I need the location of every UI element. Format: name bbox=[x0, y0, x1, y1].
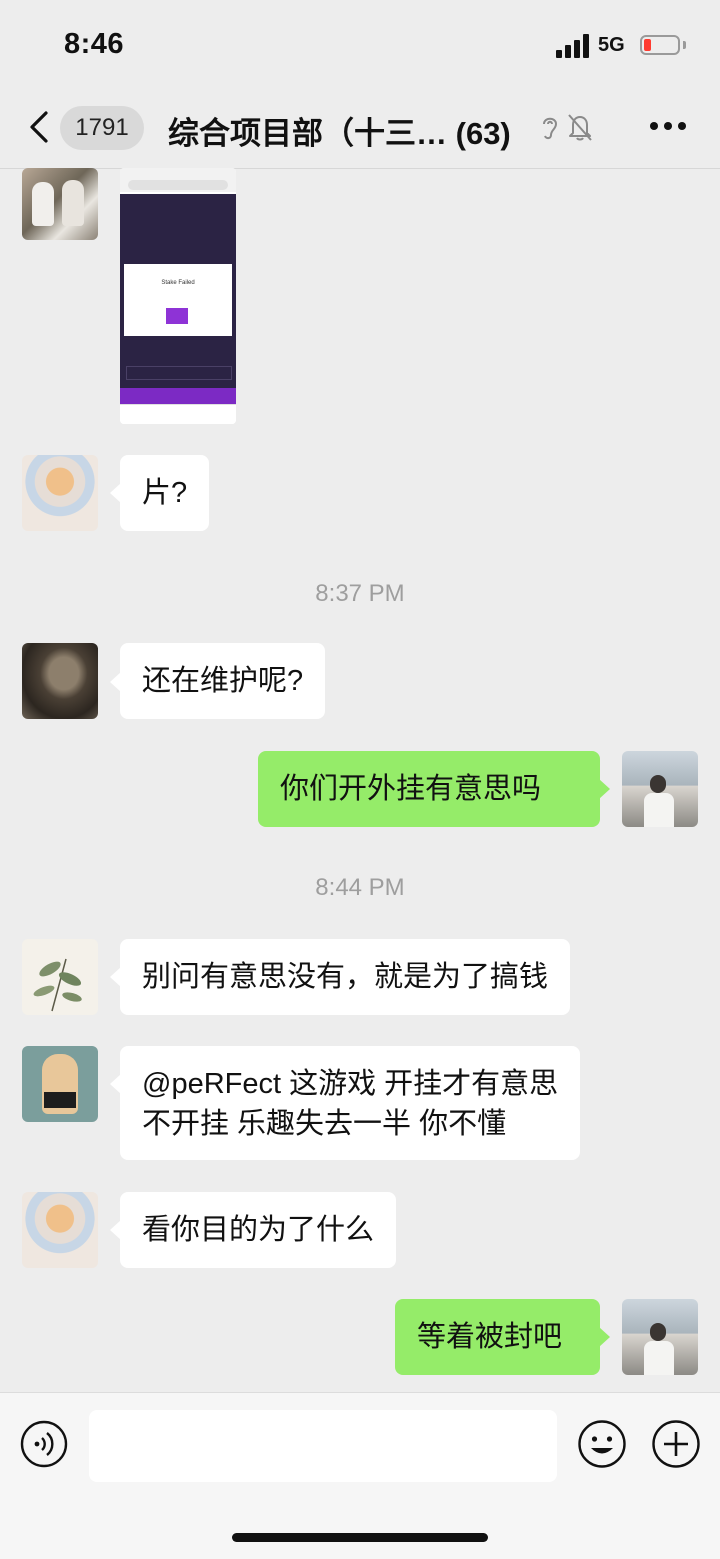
input-bar bbox=[0, 1392, 720, 1559]
back-chevron-icon[interactable] bbox=[26, 110, 54, 144]
bubble-tail bbox=[599, 779, 610, 799]
group-name: 综合项目部（十三… bbox=[168, 116, 447, 151]
timestamp: 8:44 PM bbox=[315, 874, 405, 901]
image-message[interactable]: Stake Failed bbox=[120, 168, 236, 424]
message-bubble[interactable]: 别问有意思没有，就是为了搞钱 bbox=[120, 939, 571, 1015]
message-bubble[interactable]: 你们开外挂有意思吗 bbox=[258, 751, 600, 827]
unread-badge[interactable]: 1791 bbox=[60, 106, 144, 150]
thumb-text: Stake Failed bbox=[161, 280, 195, 286]
plant-illustration bbox=[33, 958, 82, 1012]
message-bubble[interactable]: 片? bbox=[120, 455, 210, 531]
voice-icon[interactable] bbox=[20, 1420, 68, 1468]
more-icon[interactable] bbox=[650, 122, 686, 132]
sign-board bbox=[44, 1092, 76, 1108]
message-input[interactable] bbox=[89, 1410, 557, 1482]
avatar[interactable] bbox=[22, 168, 98, 240]
battery-icon bbox=[640, 35, 680, 55]
member-count: (63) bbox=[455, 116, 511, 151]
self-avatar[interactable] bbox=[622, 751, 698, 827]
signal-icon bbox=[556, 34, 592, 58]
message-line: 不开挂 乐趣失去一半 你不懂 bbox=[142, 1108, 507, 1140]
mute-bell-icon bbox=[568, 114, 592, 141]
plus-icon[interactable] bbox=[651, 1419, 701, 1469]
chat-header: 1791 综合项目部（十三… (63) bbox=[0, 84, 720, 169]
self-avatar[interactable] bbox=[622, 1299, 698, 1375]
ear-icon bbox=[543, 117, 558, 140]
avatar[interactable] bbox=[22, 643, 98, 719]
status-time: 8:46 bbox=[64, 28, 125, 60]
message-bubble[interactable]: 还在维护呢? bbox=[120, 643, 326, 719]
network-label: 5G bbox=[598, 34, 625, 56]
message-line: @peRFect 这游戏 开挂才有意思 bbox=[142, 1068, 559, 1100]
avatar[interactable] bbox=[22, 939, 98, 1015]
message-bubble[interactable]: 看你目的为了什么 bbox=[120, 1192, 397, 1268]
home-indicator[interactable] bbox=[232, 1533, 488, 1542]
message-bubble[interactable]: 等着被封吧 bbox=[395, 1299, 600, 1375]
message-bubble[interactable]: @peRFect 这游戏 开挂才有意思 不开挂 乐趣失去一半 你不懂 bbox=[120, 1046, 581, 1160]
avatar[interactable] bbox=[22, 455, 98, 531]
bubble-tail bbox=[599, 1327, 610, 1347]
emoji-icon[interactable] bbox=[577, 1419, 627, 1469]
chat-title[interactable]: 综合项目部（十三… (63) bbox=[168, 108, 511, 153]
avatar[interactable] bbox=[22, 1046, 98, 1122]
timestamp: 8:37 PM bbox=[315, 580, 405, 607]
avatar[interactable] bbox=[22, 1192, 98, 1268]
battery-nub bbox=[683, 41, 686, 49]
